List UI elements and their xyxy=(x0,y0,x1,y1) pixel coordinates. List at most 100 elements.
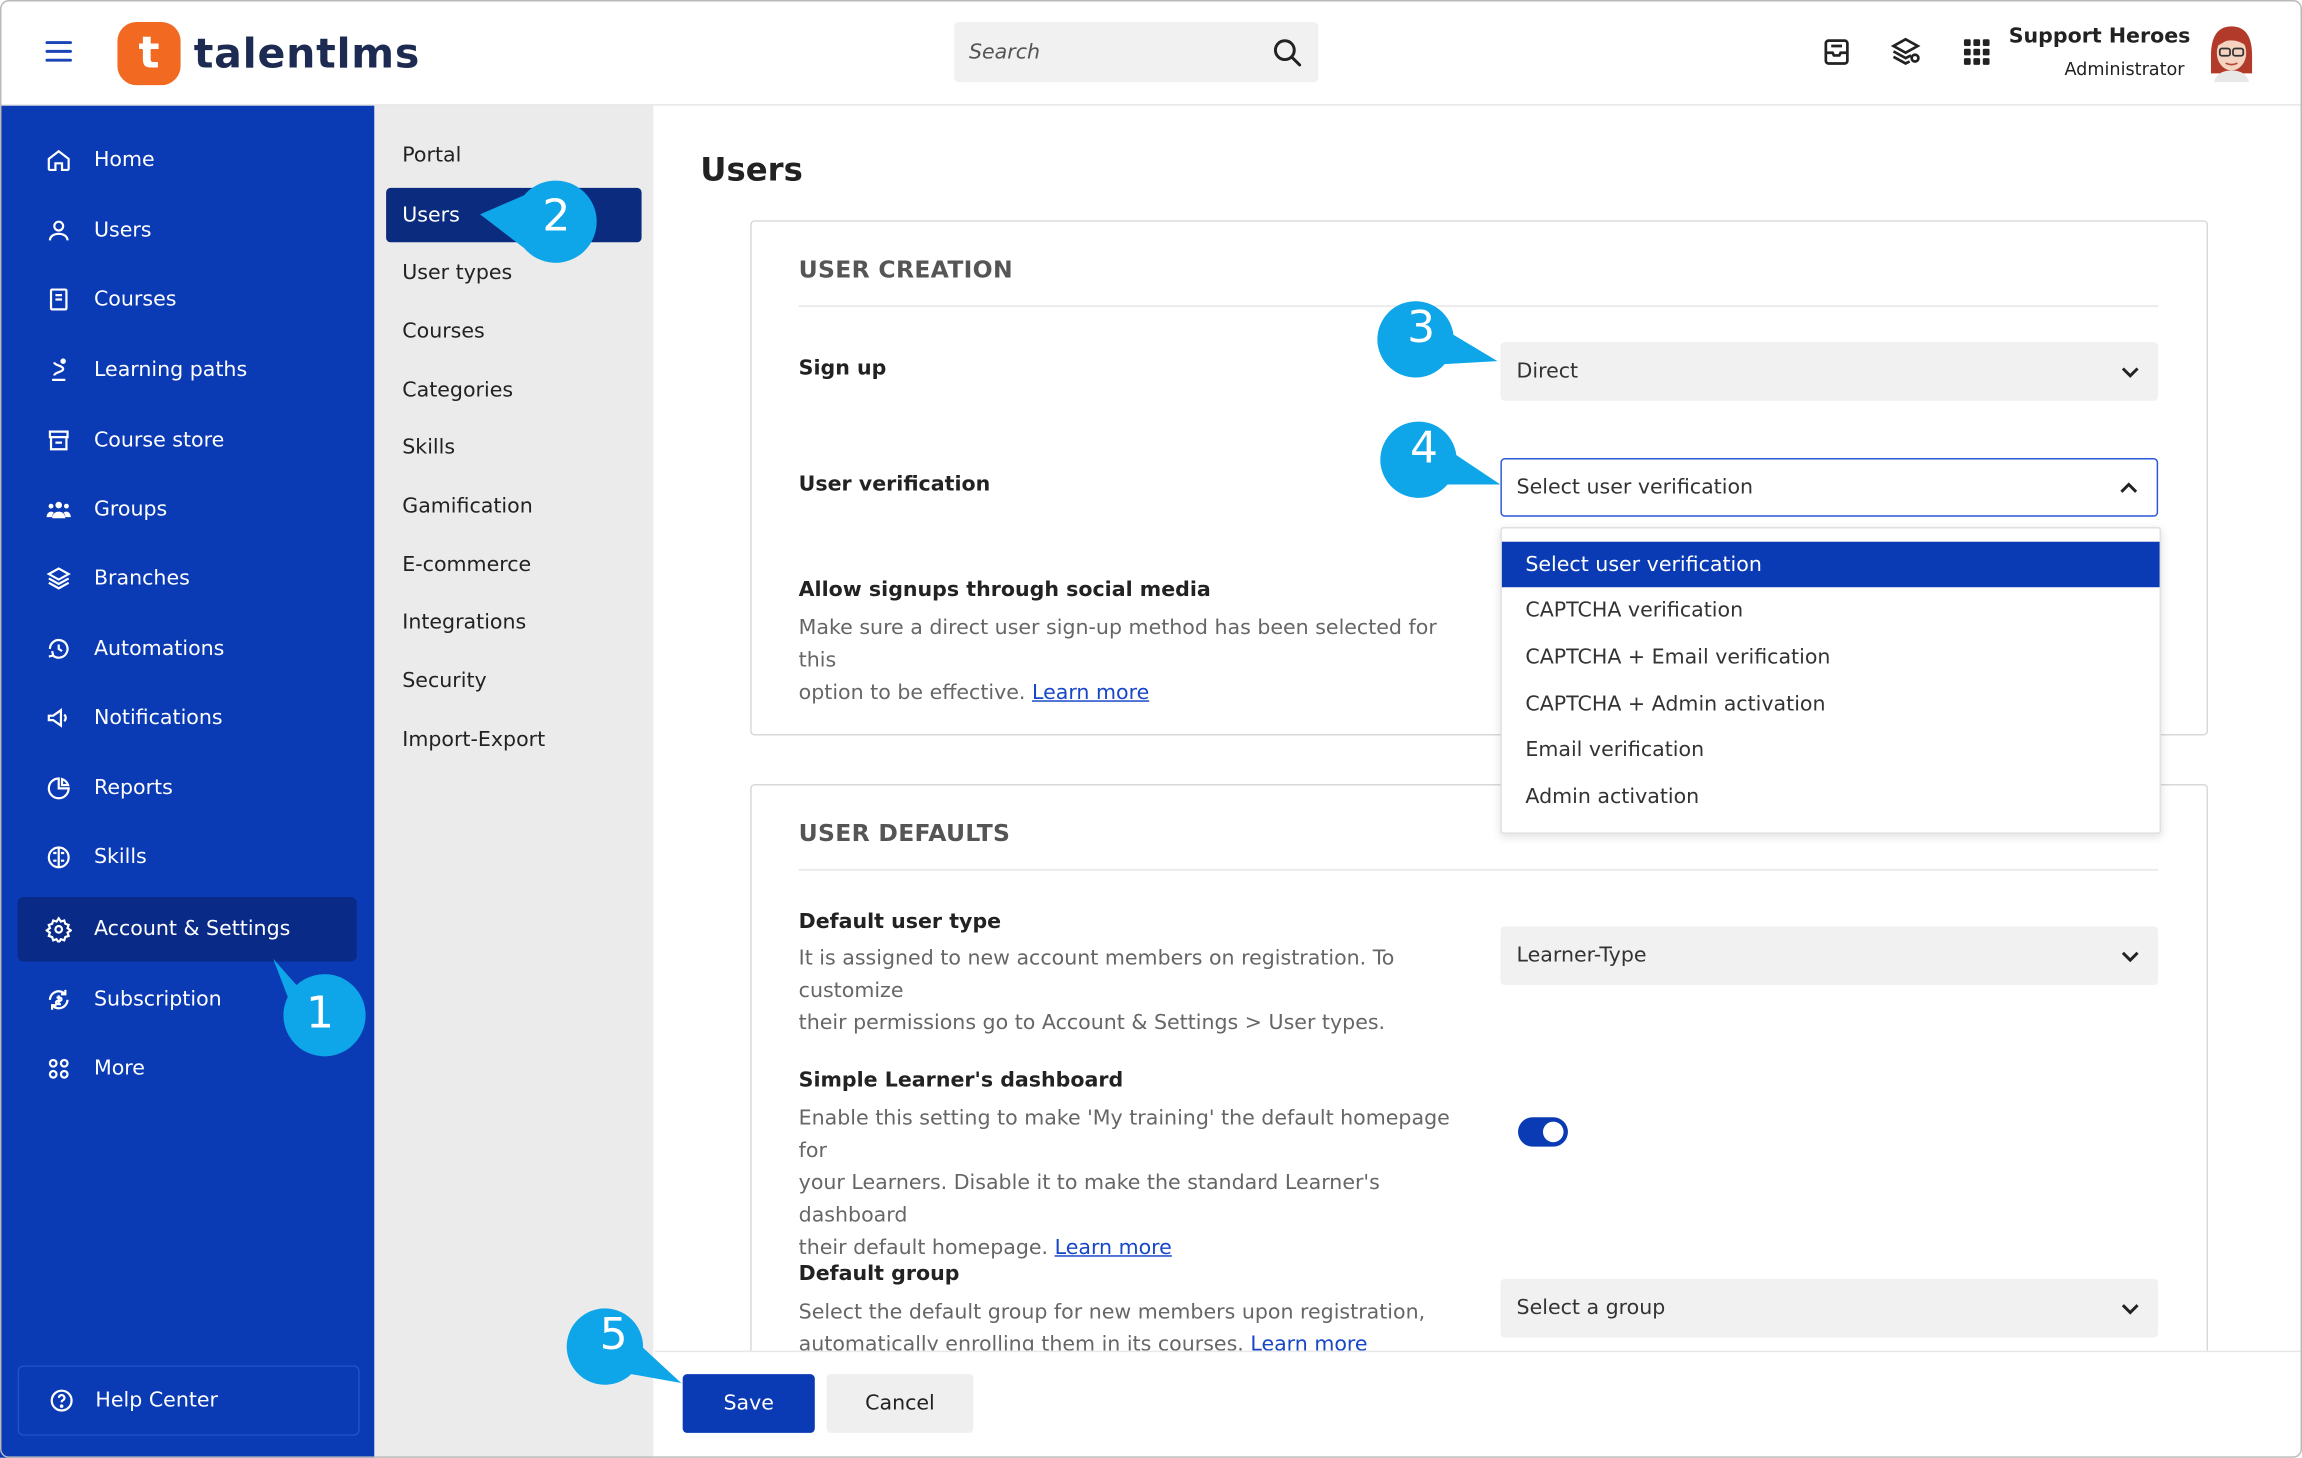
layers-icon xyxy=(46,565,72,591)
callout-5: 5 xyxy=(566,1298,692,1415)
sidebar-item-reports[interactable]: Reports xyxy=(18,756,357,821)
subnav-item-courses[interactable]: Courses xyxy=(386,304,641,358)
menu-icon[interactable] xyxy=(45,41,72,62)
sidebar-item-label: Automations xyxy=(93,637,225,661)
inbox-icon[interactable] xyxy=(1820,35,1852,67)
automation-icon xyxy=(46,636,72,662)
callout-2-number: 2 xyxy=(542,190,571,243)
sidebar-item-learning-paths[interactable]: Learning paths xyxy=(18,338,357,403)
sidebar-item-label: More xyxy=(93,1057,145,1081)
sidebar-item-notifications[interactable]: Notifications xyxy=(18,686,357,751)
group-desc-line-1: Select the default group for new members… xyxy=(798,1300,1426,1325)
subnav-item-skills[interactable]: Skills xyxy=(386,420,641,474)
user-name[interactable]: Support Heroes xyxy=(2009,25,2191,48)
callout-5-number: 5 xyxy=(599,1309,628,1361)
subnav-item-security[interactable]: Security xyxy=(386,653,641,707)
logo-mark: t xyxy=(117,21,181,85)
default-user-type-label: Default user type xyxy=(798,910,1002,934)
chevron-down-icon xyxy=(2121,951,2139,963)
layers-settings-icon[interactable] xyxy=(1889,35,1921,67)
simple-dashboard-label: Simple Learner's dashboard xyxy=(798,1068,1124,1093)
chevron-up-icon xyxy=(2120,482,2138,493)
signup-select[interactable]: Direct xyxy=(1500,342,2159,401)
top-bar: t talentlms Support Heroes Administrator xyxy=(0,0,2302,106)
sidebar-item-label: Account & Settings xyxy=(93,917,291,942)
talentlms-logo[interactable]: t talentlms xyxy=(117,21,420,86)
path-icon xyxy=(46,357,72,383)
learn-more-link[interactable]: Learn more xyxy=(1032,681,1149,704)
dropdown-option[interactable]: CAPTCHA verification xyxy=(1502,587,2160,633)
callout-1: 1 xyxy=(261,958,378,1076)
dashboard-desc-line-1: Enable this setting to make 'My training… xyxy=(798,1106,1450,1163)
sidebar-item-automations[interactable]: Automations xyxy=(18,617,357,682)
subnav-item-ecommerce[interactable]: E-commerce xyxy=(386,537,641,591)
groups-icon xyxy=(46,496,72,522)
subnav-item-integrations[interactable]: Integrations xyxy=(386,595,641,649)
sidebar-item-course-store[interactable]: Course store xyxy=(18,408,357,473)
sidebar-item-courses[interactable]: Courses xyxy=(18,267,357,332)
learn-more-link[interactable]: Learn more xyxy=(1055,1236,1172,1259)
sidebar-item-skills[interactable]: Skills xyxy=(18,825,357,890)
social-signup-description: Make sure a direct user sign-up method h… xyxy=(799,612,1445,709)
avatar[interactable] xyxy=(2205,23,2258,83)
callout-2: 2 xyxy=(474,163,597,280)
sidebar-item-label: Notifications xyxy=(93,706,223,730)
dropdown-option[interactable]: CAPTCHA + Admin activation xyxy=(1502,681,2160,727)
subnav-item-categories[interactable]: Categories xyxy=(386,363,641,417)
sidebar-item-label: Course store xyxy=(93,428,225,453)
default-user-type-select[interactable]: Learner-Type xyxy=(1500,926,2159,986)
search-box xyxy=(954,22,1319,83)
default-type-desc-line-1: It is assigned to new account members on… xyxy=(798,946,1395,1003)
sidebar-item-label: Groups xyxy=(93,497,168,522)
user-creation-title: USER CREATION xyxy=(798,255,1013,284)
grid-icon xyxy=(46,1056,72,1082)
dropdown-option[interactable]: Admin activation xyxy=(1502,774,2160,820)
verification-dropdown: Select user verification CAPTCHA verific… xyxy=(1500,527,2162,834)
callout-3-number: 3 xyxy=(1407,302,1436,354)
callout-4: 4 xyxy=(1380,411,1503,528)
signup-select-value: Direct xyxy=(1516,359,1579,384)
dropdown-option[interactable]: Select user verification xyxy=(1501,541,2160,588)
simple-dashboard-toggle[interactable] xyxy=(1518,1117,1568,1147)
sidebar-item-account-settings[interactable]: Account & Settings xyxy=(17,897,357,962)
dashboard-desc-line-3: their default homepage. xyxy=(798,1236,1049,1260)
save-button[interactable]: Save xyxy=(682,1374,815,1433)
book-icon xyxy=(46,286,72,312)
callout-3: 3 xyxy=(1377,291,1498,408)
home-icon xyxy=(46,147,72,173)
default-user-type-value: Learner-Type xyxy=(1516,943,1647,968)
default-group-label: Default group xyxy=(798,1262,960,1287)
default-type-desc-line-2: their permissions go to Account & Settin… xyxy=(798,1011,1386,1036)
pie-chart-icon xyxy=(46,775,72,801)
subscription-icon xyxy=(46,987,72,1013)
subnav-item-import-export[interactable]: Import-Export xyxy=(386,712,641,766)
toggle-knob xyxy=(1542,1121,1564,1143)
apps-grid-icon[interactable] xyxy=(1960,35,1992,67)
cancel-button[interactable]: Cancel xyxy=(826,1374,974,1433)
page-title: Users xyxy=(700,152,803,190)
search-icon[interactable] xyxy=(1271,37,1303,69)
sidebar-item-branches[interactable]: Branches xyxy=(18,546,357,611)
logo-text: talentlms xyxy=(193,28,421,78)
social-desc-line-2: option to be effective. xyxy=(798,681,1026,705)
social-signup-label: Allow signups through social media xyxy=(798,578,1211,602)
dropdown-option[interactable]: CAPTCHA + Email verification xyxy=(1502,634,2160,680)
chevron-down-icon xyxy=(2121,367,2139,378)
help-center-button[interactable]: Help Center xyxy=(17,1365,360,1436)
dropdown-option[interactable]: Email verification xyxy=(1502,727,2160,773)
subnav-item-gamification[interactable]: Gamification xyxy=(386,479,641,533)
sidebar-item-home[interactable]: Home xyxy=(18,128,357,193)
megaphone-icon xyxy=(46,705,72,731)
gear-icon xyxy=(45,916,72,943)
verification-select[interactable]: Select user verification xyxy=(1500,458,2159,517)
sidebar-item-users[interactable]: Users xyxy=(18,198,357,263)
sidebar-item-label: Home xyxy=(93,148,155,172)
sidebar-item-groups[interactable]: Groups xyxy=(18,477,357,542)
default-group-select[interactable]: Select a group xyxy=(1500,1278,2159,1338)
store-icon xyxy=(46,427,72,453)
dashboard-desc-line-2: your Learners. Disable it to make the st… xyxy=(798,1171,1380,1228)
search-input[interactable] xyxy=(968,22,1263,83)
sidebar-item-label: Users xyxy=(93,218,152,243)
help-icon xyxy=(50,1389,73,1412)
settings-subnav: Portal Users User types Courses Categori… xyxy=(374,105,654,1458)
